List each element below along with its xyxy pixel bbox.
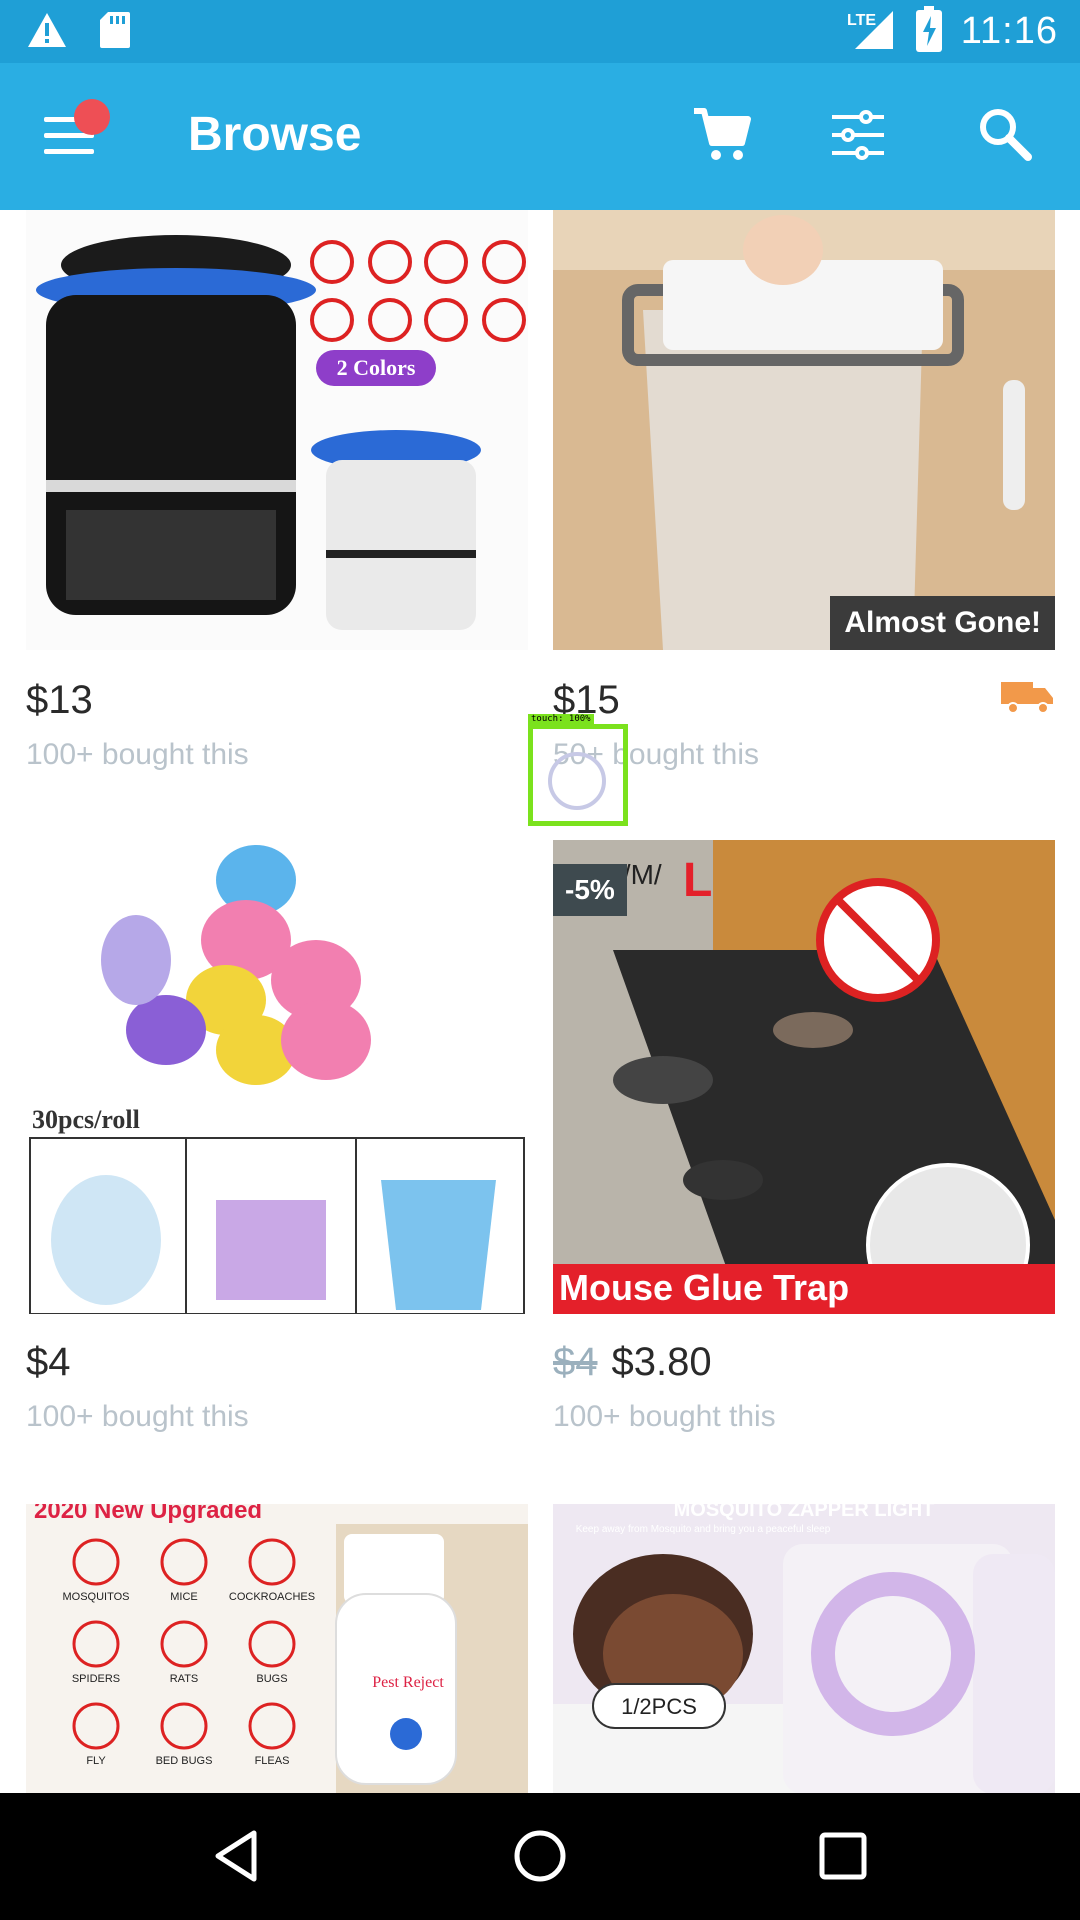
svg-text:30pcs/roll: 30pcs/roll: [32, 1105, 140, 1134]
system-nav-bar: [0, 1793, 1080, 1920]
product-price: $4 $3.80: [553, 1340, 712, 1384]
notification-dot: [74, 99, 110, 135]
svg-text:Keep away from Mosquito and br: Keep away from Mosquito and bring you a …: [576, 1524, 831, 1535]
recents-icon[interactable]: [808, 1821, 878, 1891]
product-price: $4: [26, 1340, 71, 1384]
svg-text:RATS: RATS: [170, 1673, 199, 1685]
search-icon[interactable]: [974, 103, 1038, 167]
product-image[interactable]: 2 Colors: [26, 210, 528, 650]
svg-text:FLEAS: FLEAS: [255, 1755, 290, 1767]
svg-text:SPIDERS: SPIDERS: [72, 1673, 120, 1685]
svg-text:1/2PCS: 1/2PCS: [621, 1694, 697, 1719]
product-image[interactable]: Mouse Glue Trap XS/S/M/ L -5%: [553, 840, 1055, 1314]
app-bar: Browse: [0, 63, 1080, 210]
svg-text:BUGS: BUGS: [256, 1673, 287, 1685]
cart-icon[interactable]: [690, 103, 754, 167]
page-title: Browse: [188, 108, 362, 161]
bought-count: 100+ bought this: [26, 1400, 249, 1433]
svg-text:L: L: [683, 854, 712, 907]
product-image[interactable]: 30pcs/roll: [26, 840, 528, 1314]
svg-text:2020 New Upgraded: 2020 New Upgraded: [34, 1504, 262, 1524]
svg-text:LTE: LTE: [847, 12, 876, 29]
svg-text:MOSQUITOS: MOSQUITOS: [62, 1591, 129, 1603]
touch-indicator-label: touch: 100%: [528, 714, 594, 724]
product-image[interactable]: Almost Gone!: [553, 210, 1055, 650]
truck-icon: [1001, 676, 1055, 719]
product-image[interactable]: 2020 New Upgraded Pest Reject MOSQUITOS …: [26, 1504, 528, 1793]
almost-gone-badge: Almost Gone!: [830, 596, 1055, 650]
filter-icon[interactable]: [826, 103, 890, 167]
svg-text:MICE: MICE: [170, 1591, 198, 1603]
status-bar: LTE 11:16: [0, 0, 1080, 63]
product-price: $13: [26, 678, 93, 722]
discount-badge: -5%: [553, 864, 627, 916]
bought-count: 100+ bought this: [26, 738, 249, 771]
svg-text:FLY: FLY: [86, 1755, 106, 1767]
svg-text:Mouse Glue Trap: Mouse Glue Trap: [559, 1267, 849, 1308]
svg-text:2 Colors: 2 Colors: [337, 355, 416, 380]
svg-text:MOSQUITO ZAPPER LIGHT: MOSQUITO ZAPPER LIGHT: [674, 1504, 935, 1521]
home-icon[interactable]: [505, 1821, 575, 1891]
signal-icon: LTE: [847, 7, 897, 56]
svg-text:BED BUGS: BED BUGS: [156, 1755, 213, 1767]
bought-count: 100+ bought this: [553, 1400, 776, 1433]
old-price: $4: [553, 1340, 598, 1384]
warning-icon: [26, 11, 68, 54]
back-icon[interactable]: [202, 1821, 272, 1891]
sd-card-icon: [98, 10, 132, 55]
product-feed: 2 Colors $13 100+ bought this Almost Gon…: [0, 210, 1080, 1793]
touch-ripple: [548, 752, 606, 810]
battery-charging-icon: [915, 6, 943, 57]
menu-icon[interactable]: [44, 99, 110, 157]
svg-text:COCKROACHES: COCKROACHES: [229, 1591, 315, 1603]
svg-text:Pest Reject: Pest Reject: [372, 1674, 444, 1691]
product-image[interactable]: MOSQUITO ZAPPER LIGHT Keep away from Mos…: [553, 1504, 1055, 1793]
clock: 11:16: [960, 10, 1058, 52]
